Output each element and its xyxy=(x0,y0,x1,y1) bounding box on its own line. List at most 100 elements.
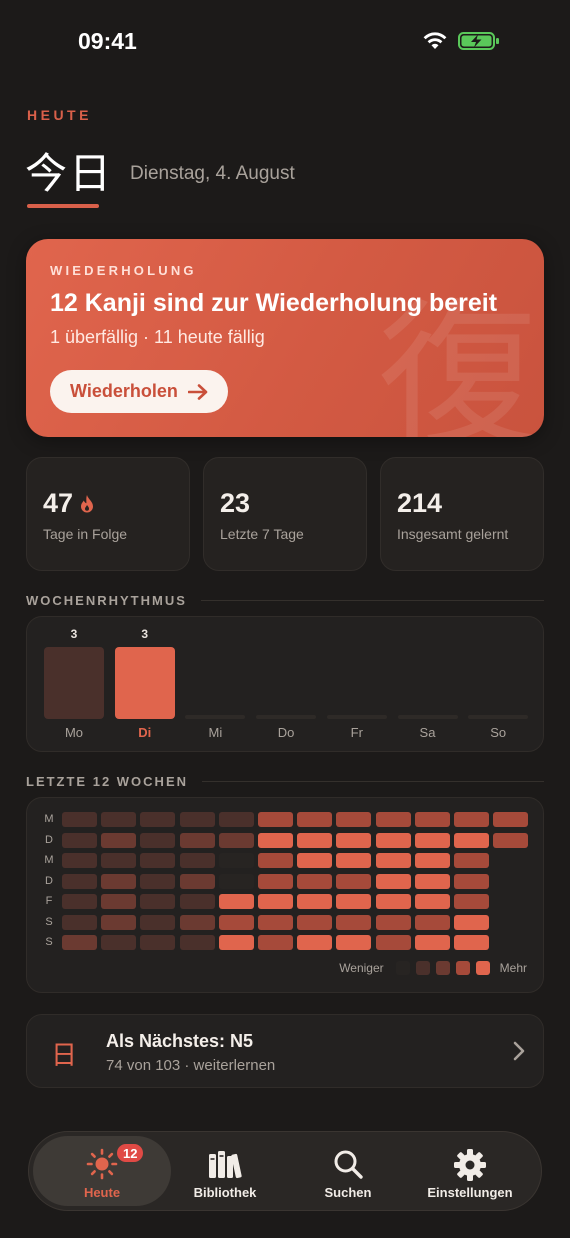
heatmap-cell xyxy=(454,894,489,909)
weekly-heading: WOCHENRHYTHMUS xyxy=(26,593,187,608)
legend-swatch xyxy=(435,961,450,975)
heatmap-legend: Weniger Mehr xyxy=(339,961,527,975)
heatmap-cell xyxy=(414,873,450,889)
stat-label: Tage in Folge xyxy=(43,526,128,542)
heatmap-cell xyxy=(140,914,176,930)
tab-heute[interactable]: 12 Heute xyxy=(33,1136,171,1206)
weekly-chart-card: 3 Mo 3 Di Mi Do Fr Sa So xyxy=(26,616,544,752)
legend-swatch xyxy=(395,961,410,975)
heatmap-cell xyxy=(179,894,215,909)
heatmap-cell xyxy=(454,873,489,889)
heatmap-cell xyxy=(258,853,293,868)
heatmap-cell xyxy=(375,853,411,868)
legend-swatch xyxy=(475,961,490,975)
weekday-column: 3 Di xyxy=(114,617,175,753)
heatmap-section-header: LETZTE 12 WOCHEN xyxy=(26,774,544,789)
heatmap-cell xyxy=(140,873,176,889)
chevron-right-icon xyxy=(513,1041,525,1061)
weekday-bar xyxy=(256,715,317,719)
heatmap-cell xyxy=(375,935,411,950)
heatmap-cell xyxy=(101,832,137,848)
heatmap-cell xyxy=(218,894,254,909)
heatmap-row-label: S xyxy=(45,915,53,928)
stat-label: Letzte 7 Tage xyxy=(220,526,304,542)
legend-less-label: Weniger xyxy=(339,961,384,975)
heatmap-cell xyxy=(297,935,333,950)
heatmap-cell xyxy=(297,832,333,848)
weekday-column: Mi xyxy=(185,617,246,753)
sun-icon xyxy=(86,1148,118,1180)
review-count-badge: 12 xyxy=(115,1142,146,1164)
heatmap-cell xyxy=(414,832,450,848)
review-button-label: Wiederholen xyxy=(70,381,178,401)
review-title: 12 Kanji sind zur Wiederholung bereit xyxy=(50,289,498,317)
heatmap-row-label: D xyxy=(45,833,53,846)
search-icon xyxy=(334,1150,363,1179)
heatmap-cell xyxy=(336,832,372,848)
tab-bar: 12 Heute Bibliothek Suchen Einstellungen xyxy=(28,1131,542,1211)
heatmap-cell xyxy=(258,914,293,930)
heatmap-card: Weniger Mehr MDMDFSS xyxy=(26,797,544,993)
heatmap-cell xyxy=(101,914,137,930)
review-button[interactable]: Wiederholen xyxy=(50,370,228,413)
heatmap-row-label: S xyxy=(45,936,53,948)
heatmap-cell xyxy=(101,935,137,950)
heatmap-cell xyxy=(375,812,411,827)
heatmap-cell xyxy=(375,832,411,848)
stat-value: 214 xyxy=(397,488,443,518)
flame-icon xyxy=(81,494,94,512)
weekday-value-label: 3 xyxy=(141,627,149,641)
heatmap-cell xyxy=(493,812,529,827)
heatmap-cell xyxy=(375,873,411,889)
heatmap-cell xyxy=(62,812,97,827)
heatmap-cell xyxy=(140,832,176,848)
tab-label: Heute xyxy=(83,1185,121,1200)
divider xyxy=(202,781,544,782)
stat-label: Insgesamt gelernt xyxy=(397,526,509,542)
heatmap-cell xyxy=(258,812,293,827)
heatmap-cell xyxy=(140,894,176,909)
tab-label: Suchen xyxy=(324,1185,372,1200)
next-level-card[interactable]: 日 Als Nächstes: N5 74 von 103 · weiterle… xyxy=(26,1014,544,1088)
review-card[interactable]: 復 WIEDERHOLUNG 12 Kanji sind zur Wiederh… xyxy=(26,239,544,437)
arrow-right-icon xyxy=(187,383,208,400)
heatmap-cell xyxy=(258,935,293,950)
heatmap-cell xyxy=(297,914,333,930)
status-time: 09:41 xyxy=(78,28,137,54)
tab-bibliothek[interactable]: Bibliothek xyxy=(156,1136,294,1206)
gear-icon xyxy=(454,1149,486,1181)
heatmap-cell xyxy=(336,914,372,930)
heatmap-cell xyxy=(140,935,176,950)
tab-suchen[interactable]: Suchen xyxy=(279,1136,417,1206)
tab-label: Einstellungen xyxy=(427,1185,513,1200)
weekday-value-label: 3 xyxy=(70,627,78,641)
heatmap-cell xyxy=(258,894,293,909)
weekday-bar xyxy=(114,647,175,719)
weekly-section-header: WOCHENRHYTHMUS xyxy=(26,593,544,608)
tab-einstellungen[interactable]: Einstellungen xyxy=(401,1136,539,1206)
stat-card-streak: 47 Tage in Folge xyxy=(26,457,190,571)
heatmap-heading: LETZTE 12 WOCHEN xyxy=(26,774,189,789)
heatmap-cell xyxy=(179,832,215,848)
heatmap-cell xyxy=(140,812,176,827)
heatmap-cell xyxy=(179,812,215,827)
weekday-label: Mo xyxy=(64,725,84,740)
weekday-label: Sa xyxy=(419,725,436,740)
heatmap-cell xyxy=(179,853,215,868)
heatmap-row-label: M xyxy=(44,813,54,825)
stat-value: 47 xyxy=(43,488,74,518)
heatmap-cell xyxy=(493,832,529,848)
books-icon xyxy=(209,1151,242,1179)
heatmap-cell xyxy=(218,873,254,889)
heatmap-cell xyxy=(218,832,254,848)
heatmap-cell xyxy=(258,832,293,848)
heatmap-cell xyxy=(62,832,97,848)
status-bar: 09:41 xyxy=(0,0,570,84)
legend-swatch xyxy=(415,961,430,975)
heatmap-cell xyxy=(454,812,489,827)
heatmap-cell xyxy=(62,894,97,909)
heatmap-cell xyxy=(336,812,372,827)
weekday-bar xyxy=(397,715,458,719)
next-level-title: Als Nächstes: N5 xyxy=(106,1031,254,1051)
page-title: 今日 xyxy=(25,149,114,198)
